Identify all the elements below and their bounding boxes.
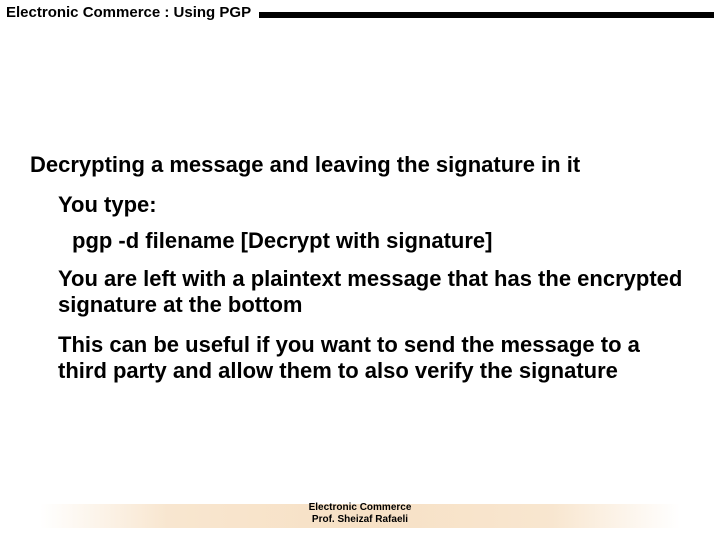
content-heading: Decrypting a message and leaving the sig… <box>30 152 690 178</box>
slide-content: Decrypting a message and leaving the sig… <box>0 22 720 384</box>
command-line: pgp -d filename [Decrypt with signature] <box>72 228 690 254</box>
paragraph-1: You are left with a plaintext message th… <box>58 266 690 318</box>
slide-title: Electronic Commerce : Using PGP <box>0 4 259 21</box>
footer-line-1: Electronic Commerce <box>0 502 720 514</box>
slide-header: Electronic Commerce : Using PGP <box>0 0 720 22</box>
footer-line-2: Prof. Sheizaf Rafaeli <box>0 514 720 526</box>
you-type-label: You type: <box>58 192 690 218</box>
paragraph-2: This can be useful if you want to send t… <box>58 332 690 384</box>
slide-footer: Electronic Commerce Prof. Sheizaf Rafael… <box>0 502 720 526</box>
